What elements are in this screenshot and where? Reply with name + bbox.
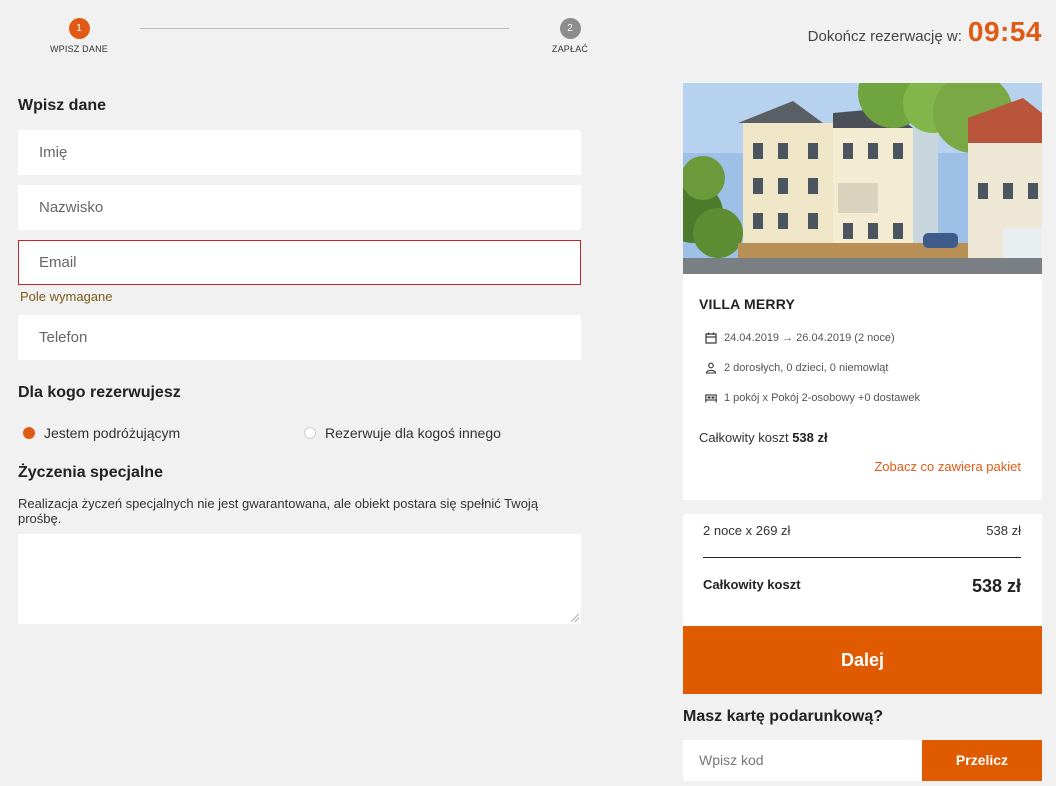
resize-grip-icon[interactable]: [571, 614, 579, 622]
card-total-value: 538 zł: [792, 430, 828, 445]
gift-card-heading: Masz kartę podarunkową?: [683, 708, 884, 725]
radio-unselected-icon[interactable]: [304, 427, 316, 439]
price-summary: 2 noce x 269 zł 538 zł Całkowity koszt 5…: [683, 514, 1042, 626]
last-name-field[interactable]: Nazwisko: [18, 185, 581, 230]
radio-self-traveller-label: Jestem podróżującym: [44, 425, 181, 441]
dates-text: 24.04.2019 → 26.04.2019 (2 noce): [724, 332, 895, 344]
timer-label: Dokończ rezerwację w:: [807, 28, 962, 45]
summary-total-label: Całkowity koszt: [703, 577, 801, 592]
hotel-name: VILLA MERRY: [699, 296, 796, 312]
summary-divider: [703, 557, 1021, 558]
next-button[interactable]: Dalej: [683, 626, 1042, 694]
bed-icon: [705, 394, 717, 403]
hotel-card: VILLA MERRY 24.04.2019 → 26.04.2019 (2 n…: [683, 274, 1042, 500]
special-requests-heading: Życzenia specjalne: [18, 464, 163, 481]
special-requests-textarea[interactable]: [18, 534, 581, 624]
room-row: 1 pokój x Pokój 2-osobowy +0 dostawek: [705, 392, 920, 404]
card-total: Całkowity koszt 538 zł: [699, 430, 828, 445]
timer-value: 09:54: [967, 16, 1042, 47]
first-name-field[interactable]: Imię: [18, 130, 581, 175]
email-error-message: Pole wymagane: [20, 289, 113, 304]
radio-selected-icon[interactable]: [23, 427, 35, 439]
step-2-label: ZAPŁAĆ: [551, 44, 589, 54]
step-1-number: 1: [68, 18, 90, 39]
summary-line-value: 538 zł: [986, 523, 1021, 538]
step-2-number: 2: [559, 18, 581, 39]
summary-total-value: 538 zł: [971, 576, 1021, 596]
step-1: 1 WPISZ DANE: [39, 18, 119, 54]
step-2: 2 ZAPŁAĆ: [530, 18, 610, 54]
stepper-line: [140, 28, 509, 29]
summary-line-label: 2 noce x 269 zł: [703, 523, 791, 538]
radio-self-traveller[interactable]: Jestem podróżującym: [23, 425, 180, 441]
package-details-link[interactable]: Zobacz co zawiera pakiet: [874, 459, 1021, 474]
special-requests-note: Realizacja życzeń specjalnych nie jest g…: [18, 496, 539, 526]
guests-text: 2 dorosłych, 0 dzieci, 0 niemowląt: [724, 362, 889, 374]
guests-row: 2 dorosłych, 0 dzieci, 0 niemowląt: [705, 362, 888, 374]
summary-line: 2 noce x 269 zł 538 zł: [703, 523, 1021, 538]
recalculate-button[interactable]: Przelicz: [922, 740, 1042, 781]
hotel-photo-illustration: [683, 83, 1042, 274]
step-1-label: WPISZ DANE: [49, 44, 108, 54]
email-field[interactable]: Email: [18, 240, 581, 285]
dates-row: 24.04.2019 → 26.04.2019 (2 noce): [705, 332, 895, 344]
hotel-photo: [683, 83, 1042, 274]
radio-someone-else[interactable]: Rezerwuje dla kogoś innego: [304, 425, 501, 441]
phone-field[interactable]: Telefon: [18, 315, 581, 360]
radio-someone-else-label: Rezerwuje dla kogoś innego: [325, 425, 501, 441]
card-total-label: Całkowity koszt: [699, 430, 789, 445]
booking-for-heading: Dla kogo rezerwujesz: [18, 384, 181, 401]
person-icon: [705, 362, 717, 374]
calendar-icon: [705, 332, 717, 344]
countdown-timer: Dokończ rezerwację w: 09:54: [808, 16, 1042, 48]
personal-data-heading: Wpisz dane: [18, 97, 107, 114]
gift-code-input[interactable]: Wpisz kod: [683, 740, 922, 781]
room-text: 1 pokój x Pokój 2-osobowy +0 dostawek: [724, 392, 920, 404]
